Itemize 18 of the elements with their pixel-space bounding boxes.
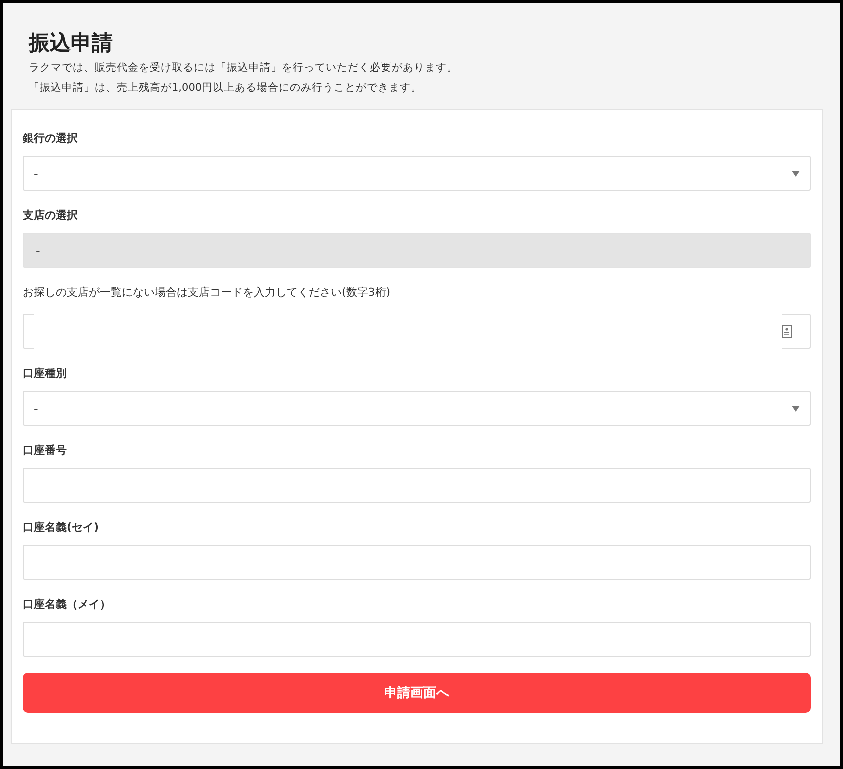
field-label: 口座名義(セイ) — [23, 520, 100, 536]
field-label: 口座名義（メイ） — [23, 597, 111, 613]
caret-icon — [792, 170, 800, 176]
input-field[interactable] — [23, 622, 811, 657]
field-label: 支店の選択 — [23, 208, 78, 224]
input-field[interactable] — [23, 545, 811, 580]
field-label: 銀行の選択 — [23, 131, 78, 147]
notice-text: ラクマでは、販売代金を受け取るには「振込申請」を行っていただく必要があります。 — [29, 61, 459, 76]
input-field[interactable] — [23, 468, 811, 503]
select-field[interactable]: - — [23, 391, 811, 426]
page-title: 振込申請 — [29, 30, 114, 57]
contact-card-icon — [782, 325, 792, 338]
select-field[interactable]: - — [23, 156, 811, 191]
field-label: 口座番号 — [23, 443, 67, 459]
field-label: 口座種別 — [23, 366, 67, 382]
notice-text: 「振込申請」は、売上残高が1,000円以上ある場合にのみ行うことができます。 — [29, 81, 424, 96]
caret-icon — [792, 406, 800, 412]
field-label: お探しの支店が一覧にない場合は支店コードを入力してください(数字3桁) — [23, 285, 391, 301]
